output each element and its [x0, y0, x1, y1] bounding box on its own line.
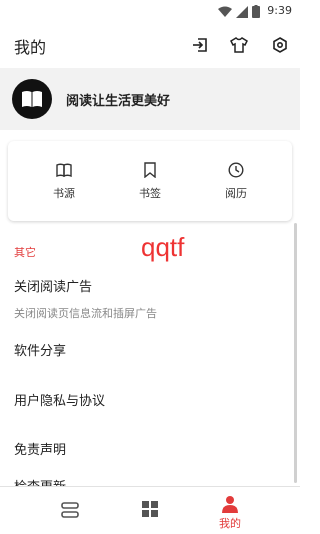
battery-icon [252, 5, 260, 18]
quick-actions-card: 书源 书签 阅历 [8, 141, 292, 221]
avatar[interactable] [12, 79, 52, 119]
setting-subtitle: 关闭阅读页信息流和插屏广告 [14, 307, 157, 320]
nav-label: 我的 [219, 517, 241, 530]
quick-action-label: 书签 [139, 187, 161, 200]
quick-action-bookmarks[interactable]: 书签 [120, 161, 180, 201]
book-icon [22, 91, 42, 107]
status-icons [218, 5, 260, 18]
quick-action-label: 阅历 [225, 187, 247, 200]
nav-mine[interactable]: 我的 [180, 487, 280, 534]
status-time: 9:39 [267, 4, 292, 17]
status-bar: 9:39 [0, 0, 300, 22]
page-title: 我的 [14, 38, 47, 57]
profile-header: 阅读让生活更美好 [0, 68, 300, 130]
quick-action-label: 书源 [53, 187, 75, 200]
person-icon [222, 496, 238, 513]
grid-icon [142, 501, 158, 517]
watermark-text: qqtf [141, 232, 185, 262]
setting-label: 关闭阅读广告 [14, 280, 93, 295]
bookshelf-icon [61, 502, 79, 518]
import-button[interactable] [189, 34, 211, 56]
setting-share-app[interactable]: 软件分享 [14, 340, 66, 359]
bookmark-icon [144, 162, 156, 178]
section-title-other: 其它 [14, 246, 36, 259]
theme-button[interactable] [228, 34, 250, 56]
import-icon [193, 38, 207, 52]
setting-label: 免责声明 [14, 443, 67, 458]
quick-action-book-source[interactable]: 书源 [34, 161, 94, 201]
setting-label: 用户隐私与协议 [14, 394, 106, 409]
setting-label: 软件分享 [14, 344, 67, 359]
setting-privacy-policy[interactable]: 用户隐私与协议 [14, 390, 105, 409]
setting-disclaimer[interactable]: 免责声明 [14, 439, 66, 458]
scrollbar[interactable] [294, 223, 297, 483]
profile-slogan: 阅读让生活更美好 [66, 94, 171, 109]
book-open-icon [56, 163, 72, 177]
clock-icon [228, 162, 244, 178]
tshirt-icon [230, 37, 248, 53]
wifi-icon [218, 6, 232, 17]
signal-icon [236, 5, 248, 18]
app-bar: 我的 [0, 22, 300, 68]
quick-action-history[interactable]: 阅历 [206, 161, 266, 201]
settings-button[interactable] [269, 34, 291, 56]
setting-close-ads[interactable]: 关闭阅读广告 关闭阅读页信息流和插屏广告 [14, 276, 157, 321]
settings-icon [273, 37, 287, 53]
bottom-nav: 我的 [0, 486, 300, 534]
